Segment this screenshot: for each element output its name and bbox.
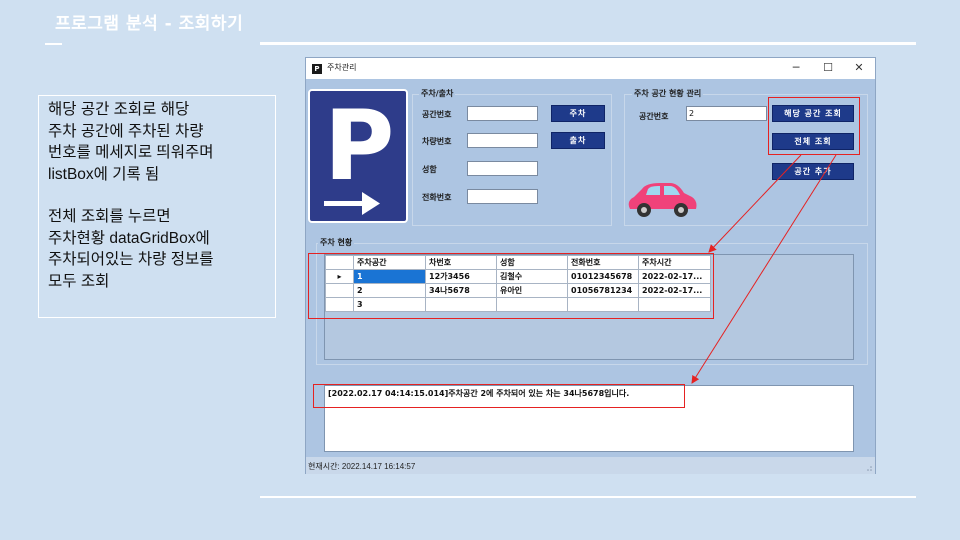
annotation-arrows xyxy=(691,154,837,384)
arrow-to-grid xyxy=(708,154,802,253)
arrow-to-log xyxy=(691,154,837,384)
